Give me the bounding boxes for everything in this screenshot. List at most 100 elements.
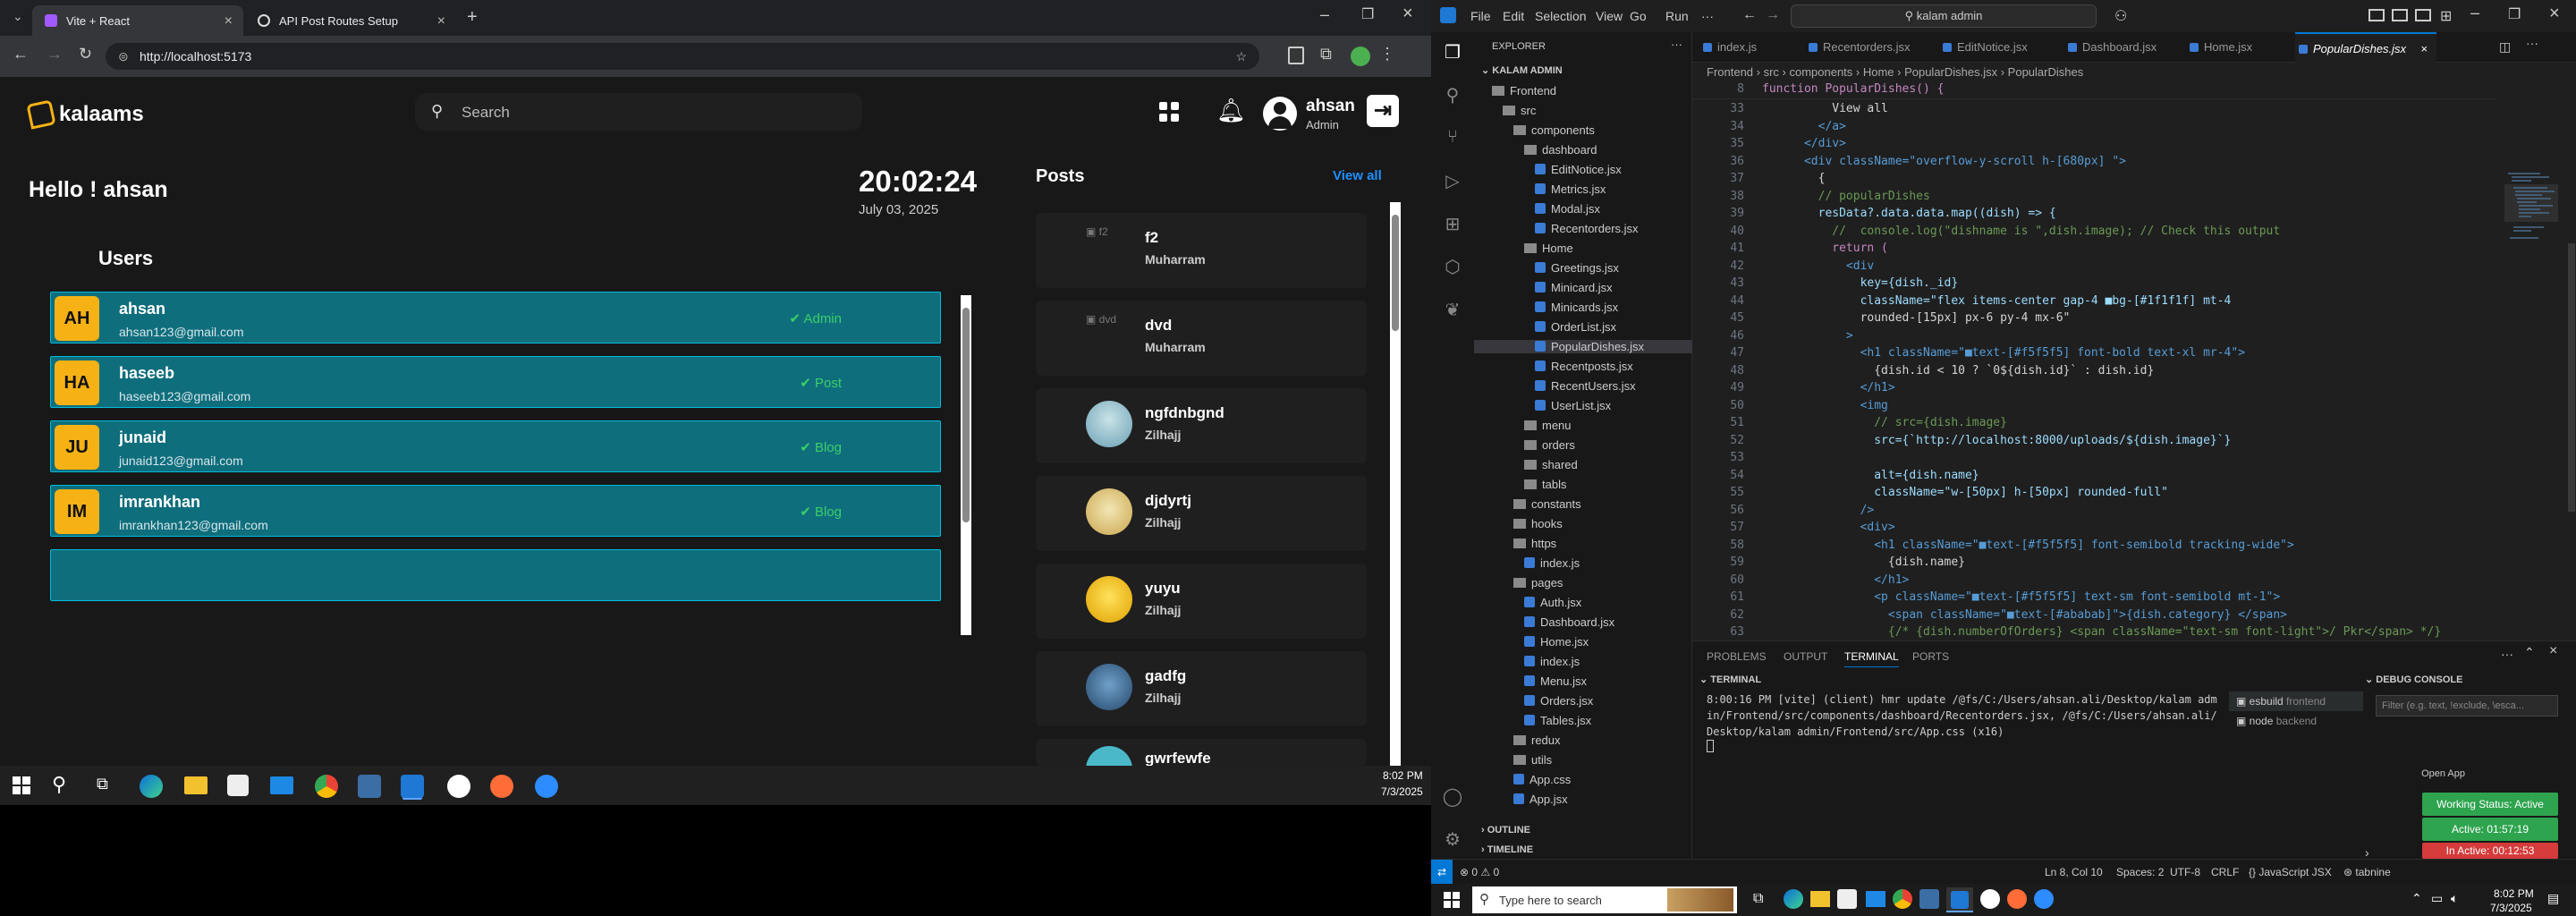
tab-search-icon[interactable]: ⌄	[13, 9, 23, 24]
user-row[interactable]: JU junaid junaid123@gmail.com ✔ Blog	[50, 420, 941, 472]
tree-folder[interactable]: dashboard	[1524, 143, 1597, 157]
editor-tab[interactable]: Home.jsx	[2186, 32, 2252, 63]
code-editor[interactable]: 8 function PopularDishes() { 33 View all 3…	[1692, 82, 2576, 640]
settings-gear-icon[interactable]: ⚙	[1442, 828, 1463, 850]
address-bar[interactable]: ⊜ http://localhost:5173 ☆	[106, 43, 1259, 70]
terminal-instance-backend[interactable]: ▣ node backend	[2229, 711, 2363, 731]
app-icon[interactable]	[447, 775, 470, 798]
tree-file[interactable]: Orders.jsx	[1524, 694, 1593, 708]
tree-file[interactable]: UserList.jsx	[1535, 399, 1611, 412]
tree-file[interactable]: Minicard.jsx	[1535, 281, 1613, 294]
logo[interactable]: kalaams	[26, 98, 144, 131]
post-card[interactable]: ngfdnbgnd Zilhajj	[1036, 388, 1367, 463]
posts-scrollbar[interactable]	[1390, 202, 1401, 766]
windows-start-icon[interactable]	[13, 776, 30, 794]
browser-tab[interactable]: API Post Routes Setup ×	[245, 5, 456, 36]
language-mode[interactable]: {} JavaScript JSX	[2249, 866, 2332, 878]
chrome-icon[interactable]	[1893, 889, 1912, 909]
site-info-icon[interactable]: ⊜	[118, 43, 129, 70]
file-explorer-icon[interactable]	[1810, 891, 1830, 907]
menu-more[interactable]: ···	[1701, 9, 1714, 23]
post-card[interactable]: ▣ dvd dvd Muharram	[1036, 301, 1367, 376]
search-icon[interactable]: ⚲	[52, 773, 66, 796]
split-editor-icon[interactable]: ◫	[2499, 39, 2511, 55]
tab-ports[interactable]: PORTS	[1912, 650, 1949, 663]
tree-file[interactable]: RecentUsers.jsx	[1535, 379, 1636, 393]
line-ending[interactable]: CRLF	[2211, 866, 2239, 878]
app-icon[interactable]	[358, 775, 381, 798]
user-row[interactable]: HA haseeb haseeb123@gmail.com ✔ Post	[50, 356, 941, 408]
search-box[interactable]: ⚲ Search	[415, 93, 862, 131]
editor-tab-active[interactable]: PopularDishes.jsx ×	[2295, 32, 2437, 64]
tree-folder[interactable]: https	[1513, 537, 1556, 550]
terminal-section[interactable]: ⌄ TERMINAL	[1699, 674, 1761, 685]
tree-folder[interactable]: redux	[1513, 734, 1561, 747]
copilot-icon[interactable]: ⚇	[2114, 7, 2127, 25]
tree-folder[interactable]: hooks	[1513, 517, 1563, 530]
tree-file[interactable]: Dashboard.jsx	[1524, 615, 1614, 629]
network-icon[interactable]: ▭	[2431, 891, 2443, 906]
back-icon[interactable]: ←	[13, 45, 29, 64]
editor-tab[interactable]: EditNotice.jsx	[1939, 32, 2028, 63]
layout-secondary-icon[interactable]	[2415, 9, 2431, 21]
browser-tab-active[interactable]: Vite + React ×	[32, 5, 243, 36]
mongodb-icon[interactable]: ❦	[1442, 299, 1463, 320]
tab-problems[interactable]: PROBLEMS	[1707, 650, 1767, 663]
tree-folder[interactable]: menu	[1524, 419, 1572, 432]
tree-file[interactable]: Auth.jsx	[1524, 596, 1581, 609]
extensions-icon[interactable]: ⧉	[1320, 45, 1332, 64]
volume-icon[interactable]: 🔈︎	[2451, 891, 2458, 906]
close-window-button[interactable]: ×	[2549, 4, 2560, 24]
tree-folder[interactable]: Home	[1524, 242, 1573, 255]
profile-avatar[interactable]	[1351, 47, 1370, 66]
vscode-icon[interactable]	[401, 775, 424, 798]
user-avatar-icon[interactable]	[1263, 97, 1297, 131]
terminal-output[interactable]: 8:00:16 PM [vite] (client) hmr update /@…	[1707, 691, 2225, 752]
tree-file[interactable]: PopularDishes.jsx	[1474, 340, 1692, 353]
tree-file[interactable]: App.jsx	[1513, 793, 1568, 806]
tree-file[interactable]: Recentposts.jsx	[1535, 360, 1633, 373]
file-explorer-icon[interactable]	[184, 776, 208, 794]
user-row[interactable]: AH ahsan ahsan123@gmail.com ✔ Admin	[50, 292, 941, 344]
task-view-icon[interactable]: ⧉	[97, 775, 108, 793]
editor-tab[interactable]: Dashboard.jsx	[2064, 32, 2157, 63]
post-card[interactable]: yuyu Zilhajj	[1036, 564, 1367, 639]
maximize-button[interactable]: ❐	[1361, 5, 1374, 23]
users-scrollbar[interactable]	[961, 295, 971, 635]
chrome-icon[interactable]	[315, 775, 338, 798]
close-icon[interactable]: ×	[2420, 34, 2428, 64]
minimize-button[interactable]: –	[1320, 5, 1329, 24]
zoom-icon[interactable]	[535, 775, 558, 798]
editor-scrollbar[interactable]	[2567, 82, 2576, 640]
tree-folder[interactable]: constants	[1513, 497, 1581, 511]
app-icon[interactable]	[1919, 889, 1939, 909]
breadcrumb[interactable]: Frontend › src › components › Home › Pop…	[1692, 63, 2576, 82]
post-card[interactable]: gadfg Zilhajj	[1036, 651, 1367, 726]
menu-file[interactable]: File	[1470, 9, 1491, 23]
postman-icon[interactable]	[2007, 889, 2027, 909]
workspace-root[interactable]: ⌄ KALAM ADMIN	[1481, 64, 1563, 76]
tree-file[interactable]: EditNotice.jsx	[1535, 163, 1622, 176]
more-actions-icon[interactable]: ···	[2501, 647, 2513, 661]
notification-icon[interactable]: ▤	[2547, 891, 2559, 906]
forward-icon[interactable]: →	[1766, 7, 1780, 23]
close-icon[interactable]: ×	[437, 13, 445, 30]
open-app-link[interactable]: Open App	[2411, 768, 2465, 779]
indentation[interactable]: Spaces: 2	[2116, 866, 2164, 878]
tree-file[interactable]: Menu.jsx	[1524, 674, 1587, 688]
tree-file[interactable]: Minicards.jsx	[1535, 301, 1618, 314]
debug-console-section[interactable]: ⌄ DEBUG CONSOLE	[2365, 674, 2462, 685]
close-icon[interactable]: ×	[225, 13, 233, 30]
tab-terminal[interactable]: TERMINAL	[1844, 650, 1899, 667]
explorer-icon[interactable]: ❐	[1442, 41, 1463, 63]
sticky-scroll-line[interactable]: 8 function PopularDishes() {	[1692, 82, 2497, 99]
mail-icon[interactable]	[1866, 891, 1885, 907]
cursor-position[interactable]: Ln 8, Col 10	[2045, 866, 2103, 878]
close-panel-icon[interactable]: ×	[2549, 643, 2557, 659]
layout-panel-icon[interactable]	[2392, 9, 2408, 21]
store-icon[interactable]	[227, 775, 249, 796]
run-debug-icon[interactable]: ▷	[1442, 170, 1463, 191]
timeline-section[interactable]: › TIMELINE	[1481, 844, 1533, 855]
scroll-thumb[interactable]	[962, 308, 970, 522]
view-all-link[interactable]: View all	[1333, 168, 1382, 183]
